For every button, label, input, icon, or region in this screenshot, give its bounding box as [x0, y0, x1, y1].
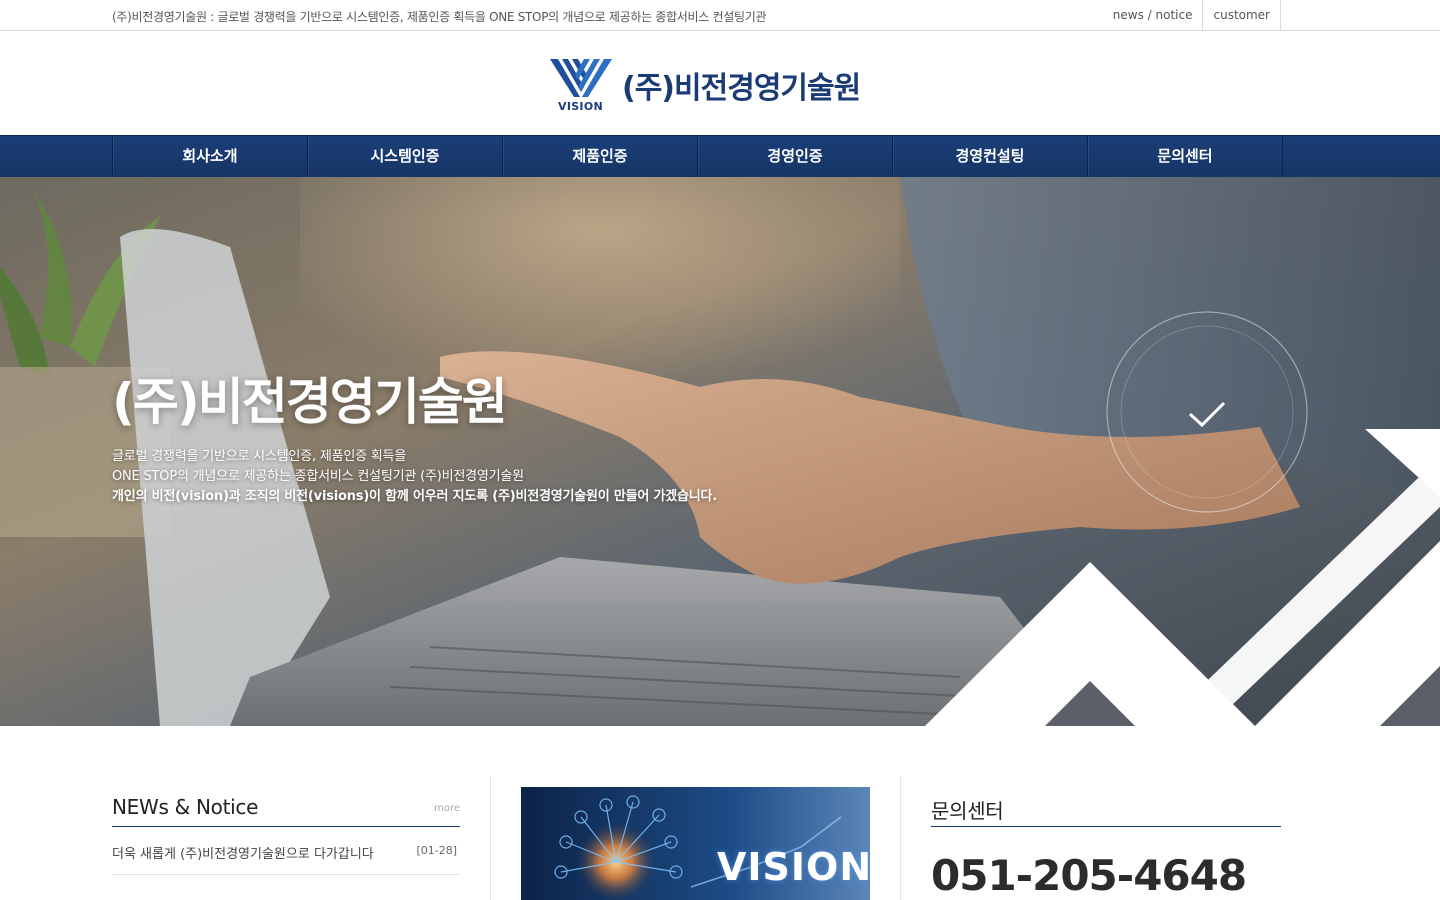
news-item-title[interactable]: 더욱 새롭게 (주)비전경영기술원으로 다가갑니다: [112, 843, 397, 862]
utility-links: news / notice customer: [1103, 0, 1281, 31]
news-item-date: [01-28]: [416, 844, 457, 857]
news-more-link[interactable]: more: [434, 803, 460, 814]
logo-mark-text: VISION: [558, 100, 603, 113]
hero-banner: (주)비전경영기술원 글로벌 경쟁력을 기반으로 시스템인증, 제품인증 획득을…: [0, 177, 1440, 726]
contact-phone[interactable]: 051-205-4648: [931, 851, 1281, 900]
nav-item-product-cert[interactable]: 제품인증: [503, 136, 698, 177]
hero-desc-line-2: ONE STOP의 개념으로 제공하는 종합서비스 컨설팅기관 (주)비전경영기…: [112, 469, 524, 484]
news-header: NEWs & Notice more: [112, 795, 460, 827]
customer-link[interactable]: customer: [1202, 0, 1281, 31]
checkmark-icon: [1188, 401, 1226, 428]
list-item[interactable]: 더욱 새롭게 (주)비전경영기술원으로 다가갑니다 [01-28]: [112, 827, 460, 875]
site-logo[interactable]: VISION (주)비전경영기술원: [548, 57, 861, 115]
nav-item-inquiry[interactable]: 문의센터: [1088, 136, 1283, 177]
news-notice-link[interactable]: news / notice: [1103, 0, 1203, 31]
section-divider: [900, 776, 901, 900]
nav-item-company[interactable]: 회사소개: [113, 136, 308, 177]
contact-header: 문의센터: [931, 795, 1281, 827]
section-divider: [490, 776, 491, 900]
vision-logo-icon: VISION: [548, 57, 614, 115]
news-notice-section: NEWs & Notice more 더욱 새롭게 (주)비전경영기술원으로 다…: [112, 795, 460, 875]
vision-banner[interactable]: VISION: [521, 787, 870, 900]
contact-section: 문의센터 051-205-4648: [931, 795, 1281, 900]
news-title: NEWs & Notice: [112, 795, 259, 819]
contact-title: 문의센터: [931, 799, 1004, 823]
site-tagline: (주)비전경영기술원 : 글로벌 경쟁력을 기반으로 시스템인증, 제품인증 획…: [112, 10, 767, 24]
hero-desc-line-1: 글로벌 경쟁력을 기반으로 시스템인증, 제품인증 획득을: [112, 449, 407, 464]
nav-item-management-cert[interactable]: 경영인증: [698, 136, 893, 177]
nav-item-consulting[interactable]: 경영컨설팅: [893, 136, 1088, 177]
header-logo-area: VISION (주)비전경영기술원: [0, 31, 1440, 135]
company-name: (주)비전경영기술원: [622, 71, 861, 106]
top-utility-bar: (주)비전경영기술원 : 글로벌 경쟁력을 기반으로 시스템인증, 제품인증 획…: [0, 0, 1440, 31]
main-navigation: 회사소개 시스템인증 제품인증 경영인증 경영컨설팅 문의센터: [0, 135, 1440, 177]
hero-title: (주)비전경영기술원: [112, 373, 508, 431]
vision-banner-text: VISION: [717, 845, 870, 889]
nav-item-system-cert[interactable]: 시스템인증: [308, 136, 503, 177]
hero-desc-line-3: 개인의 비전(vision)과 조직의 비전(visions)이 함께 어우러 …: [112, 489, 717, 504]
hero-description: 글로벌 경쟁력을 기반으로 시스템인증, 제품인증 획득을 ONE STOP의 …: [112, 447, 717, 507]
